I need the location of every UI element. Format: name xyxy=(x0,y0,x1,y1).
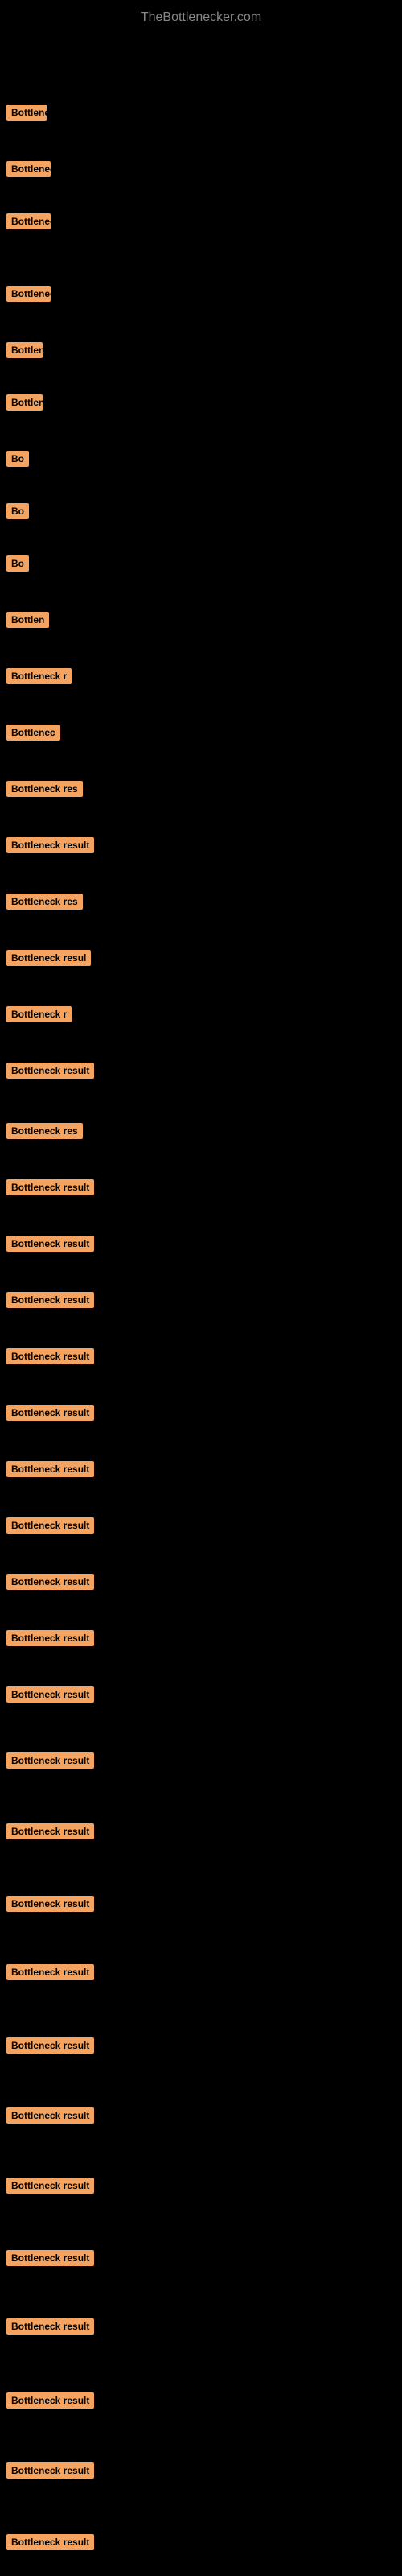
badge-16: Bottleneck resul xyxy=(6,950,91,966)
badge-23: Bottleneck result xyxy=(6,1348,94,1364)
badge-14: Bottleneck result xyxy=(6,837,94,853)
badge-6: Bottleneck result xyxy=(6,394,43,411)
badge-17: Bottleneck r xyxy=(6,1006,72,1022)
badge-39: Bottleneck result xyxy=(6,2392,94,2409)
badge-11: Bottleneck r xyxy=(6,668,72,684)
badge-12: Bottlenec xyxy=(6,724,60,741)
badge-24: Bottleneck result xyxy=(6,1405,94,1421)
badge-8: Bo xyxy=(6,503,29,519)
badge-35: Bottleneck result xyxy=(6,2107,94,2124)
badge-18: Bottleneck result xyxy=(6,1063,94,1079)
badge-29: Bottleneck result xyxy=(6,1686,94,1703)
badge-7: Bo xyxy=(6,451,29,467)
badge-19: Bottleneck res xyxy=(6,1123,83,1139)
badge-15: Bottleneck res xyxy=(6,894,83,910)
badge-13: Bottleneck res xyxy=(6,781,83,797)
badge-22: Bottleneck result xyxy=(6,1292,94,1308)
badge-31: Bottleneck result xyxy=(6,1823,94,1839)
badge-30: Bottleneck result xyxy=(6,1752,94,1769)
badge-27: Bottleneck result xyxy=(6,1574,94,1590)
badge-3: Bottleneck result xyxy=(6,213,51,229)
badge-4: Bottleneck result xyxy=(6,286,51,302)
badge-9: Bo xyxy=(6,555,29,572)
badge-2: Bottleneck result xyxy=(6,161,51,177)
badge-10: Bottlen xyxy=(6,612,49,628)
badge-25: Bottleneck result xyxy=(6,1461,94,1477)
badge-21: Bottleneck result xyxy=(6,1236,94,1252)
badge-38: Bottleneck result xyxy=(6,2318,94,2334)
badge-26: Bottleneck result xyxy=(6,1517,94,1534)
badge-5: Bottleneck result xyxy=(6,342,43,358)
badge-37: Bottleneck result xyxy=(6,2250,94,2266)
badge-32: Bottleneck result xyxy=(6,1896,94,1912)
site-title: TheBottlenecker.com xyxy=(0,4,402,31)
badge-33: Bottleneck result xyxy=(6,1964,94,1980)
badge-1: Bottleneck result xyxy=(6,105,47,121)
page-container: TheBottlenecker.com Bottleneck result Bot… xyxy=(0,0,402,2576)
badge-41: Bottleneck result xyxy=(6,2534,94,2550)
badge-20: Bottleneck result xyxy=(6,1179,94,1195)
badge-36: Bottleneck result xyxy=(6,2178,94,2194)
badge-40: Bottleneck result xyxy=(6,2462,94,2479)
badge-28: Bottleneck result xyxy=(6,1630,94,1646)
badge-34: Bottleneck result xyxy=(6,2037,94,2054)
